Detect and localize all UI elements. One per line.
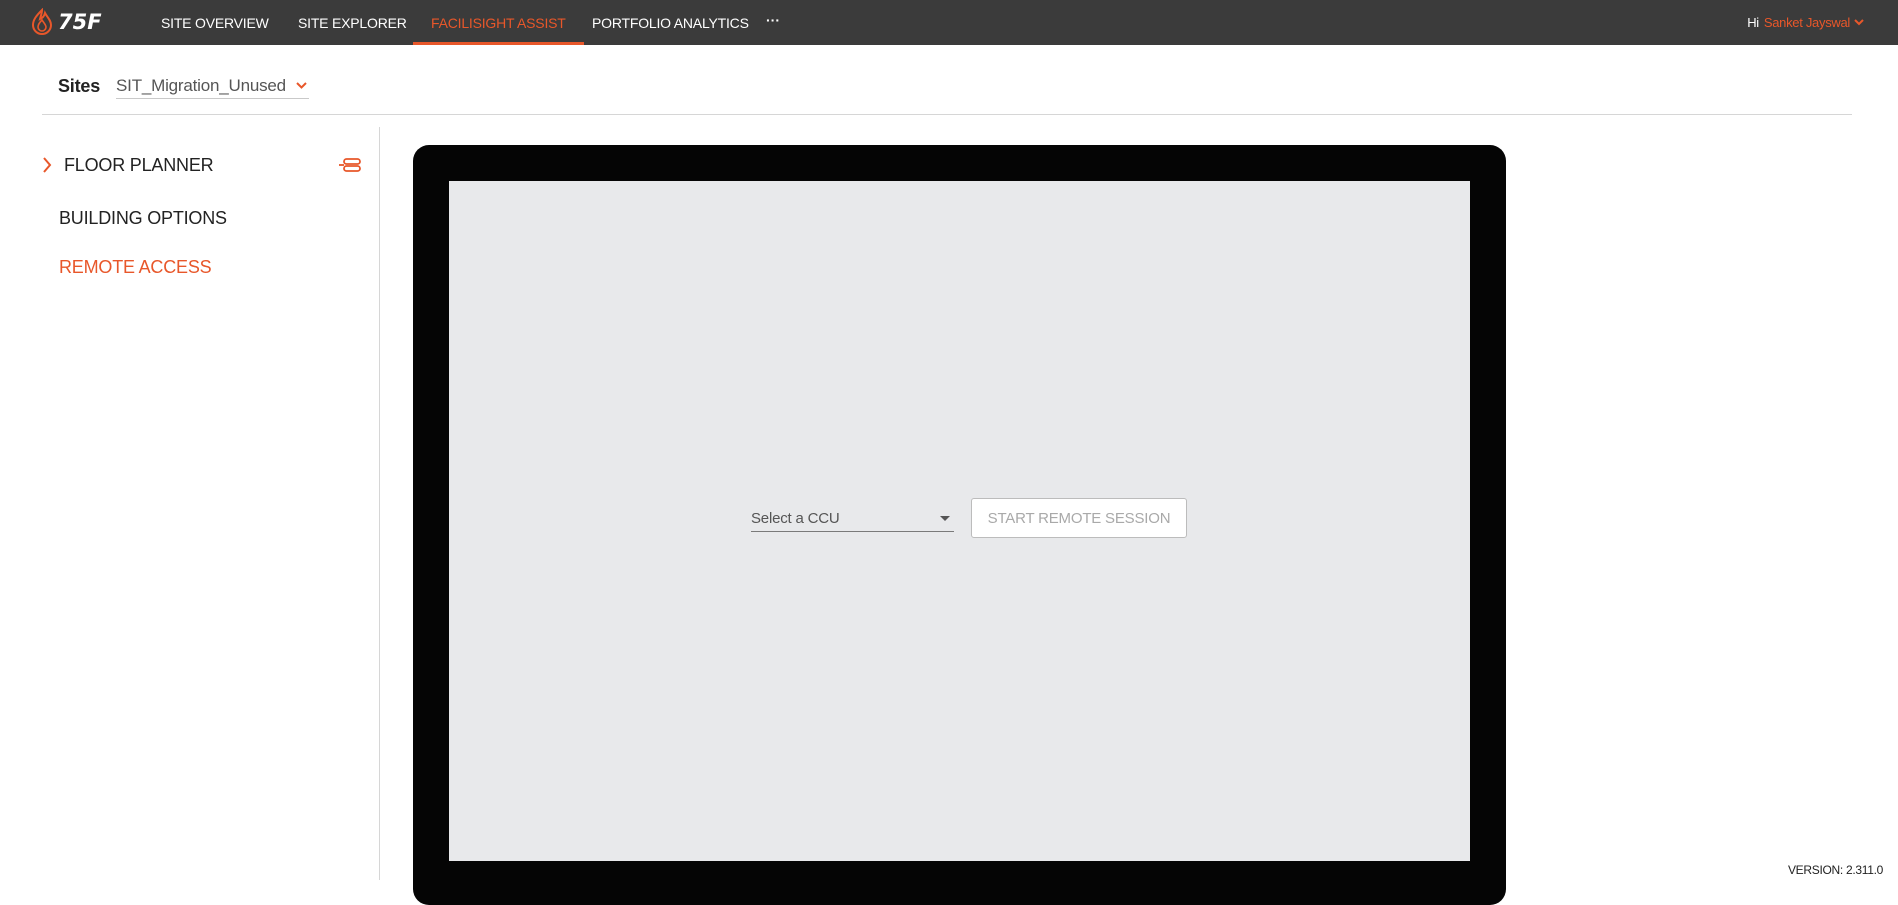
- active-tab-indicator: [413, 42, 584, 45]
- nav-portfolio-analytics[interactable]: PORTFOLIO ANALYTICS: [592, 0, 749, 45]
- ccu-placeholder: Select a CCU: [751, 510, 839, 527]
- version-label: VERSION: 2.311.0: [1788, 863, 1883, 877]
- ccu-select-dropdown[interactable]: Select a CCU: [751, 505, 954, 532]
- sites-selected-value: SIT_Migration_Unused: [116, 76, 286, 96]
- more-menu-icon[interactable]: ···: [765, 8, 781, 32]
- flame-logo-icon: [30, 8, 54, 36]
- more-label: ···: [766, 12, 780, 28]
- nav-label: PORTFOLIO ANALYTICS: [592, 15, 749, 31]
- header-divider: [42, 114, 1852, 115]
- chevron-down-icon[interactable]: [1854, 19, 1864, 26]
- sidebar-item-remote-access[interactable]: REMOTE ACCESS: [59, 254, 211, 280]
- start-remote-session-button[interactable]: START REMOTE SESSION: [971, 498, 1187, 538]
- sidebar-item-label: REMOTE ACCESS: [59, 257, 211, 278]
- nav-label: FACILISIGHT ASSIST: [431, 15, 566, 31]
- sidebar-item-label: FLOOR PLANNER: [64, 155, 213, 176]
- caret-down-icon: [940, 516, 950, 521]
- user-name[interactable]: Sanket Jayswal: [1764, 15, 1850, 30]
- nav-site-overview[interactable]: SITE OVERVIEW: [161, 0, 269, 45]
- sidebar-divider: [379, 127, 380, 880]
- floor-layers-icon[interactable]: [338, 157, 362, 173]
- logo-text: 75F: [58, 10, 102, 34]
- sidebar-item-floor-planner[interactable]: FLOOR PLANNER: [42, 152, 362, 178]
- sites-dropdown[interactable]: SIT_Migration_Unused: [116, 73, 309, 99]
- sidebar-item-building-options[interactable]: BUILDING OPTIONS: [59, 205, 227, 231]
- user-menu[interactable]: Hi Sanket Jayswal: [1747, 0, 1864, 45]
- chevron-down-icon: [296, 82, 307, 89]
- nav-label: SITE OVERVIEW: [161, 15, 269, 31]
- sidebar-item-label: BUILDING OPTIONS: [59, 208, 227, 229]
- remote-screen: [449, 181, 1470, 861]
- top-nav-bar: 75F SITE OVERVIEW SITE EXPLORER FACILISI…: [0, 0, 1898, 45]
- sites-label: Sites: [58, 76, 100, 97]
- nav-site-explorer[interactable]: SITE EXPLORER: [298, 0, 407, 45]
- brand-logo[interactable]: 75F: [30, 6, 112, 38]
- user-greeting: Hi: [1747, 15, 1759, 30]
- chevron-right-icon: [42, 157, 56, 173]
- sites-row: Sites SIT_Migration_Unused: [58, 73, 309, 99]
- nav-label: SITE EXPLORER: [298, 15, 407, 31]
- nav-facilisight-assist[interactable]: FACILISIGHT ASSIST: [431, 0, 566, 45]
